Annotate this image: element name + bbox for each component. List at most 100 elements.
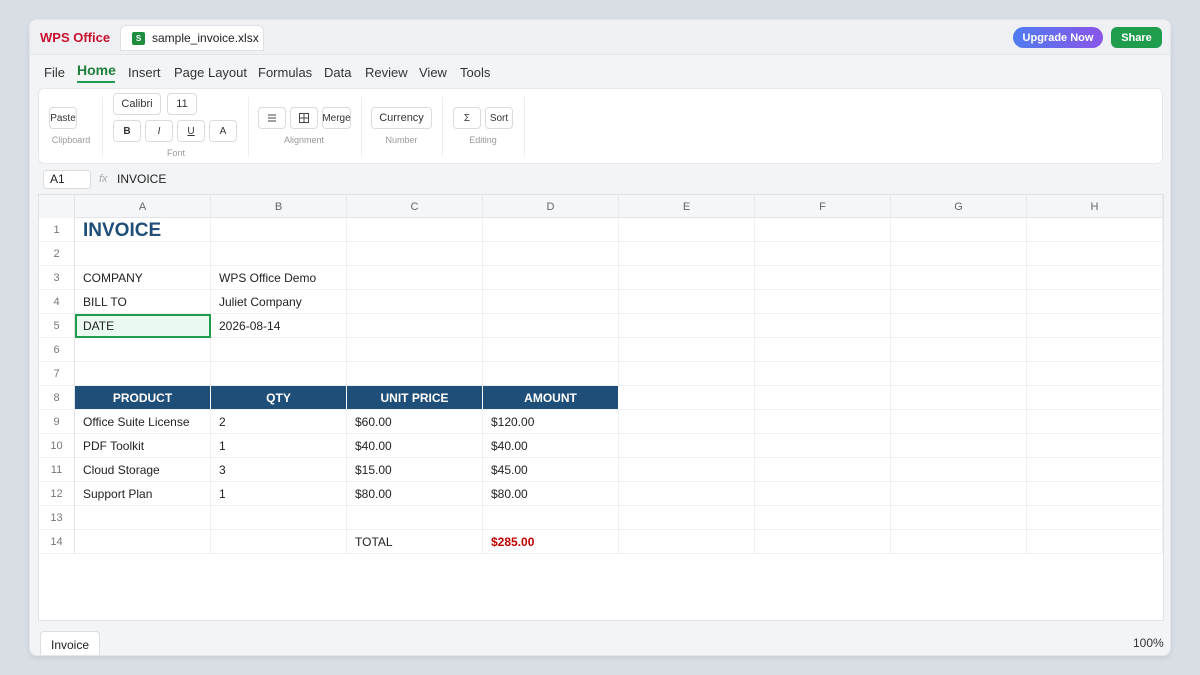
cell-f14[interactable]	[755, 530, 891, 554]
cell-g11[interactable]	[891, 458, 1027, 482]
cell-h2[interactable]	[1027, 242, 1163, 266]
cell-g9[interactable]	[891, 410, 1027, 434]
row-header[interactable]: 14	[39, 530, 75, 554]
cell-g10[interactable]	[891, 434, 1027, 458]
share-button[interactable]: Share	[1111, 27, 1162, 48]
borders-icon[interactable]	[290, 107, 318, 129]
column-header-e[interactable]: E	[619, 195, 755, 218]
cell-e7[interactable]	[619, 362, 755, 386]
column-header-d[interactable]: D	[483, 195, 619, 218]
cell-d14[interactable]: $285.00	[483, 530, 619, 554]
cell-a1[interactable]: INVOICE	[75, 218, 211, 242]
cell-a9[interactable]: Office Suite License	[75, 410, 211, 434]
menu-data[interactable]: Data	[324, 65, 351, 80]
cell-b2[interactable]	[211, 242, 347, 266]
cell-h5[interactable]	[1027, 314, 1163, 338]
cell-c9[interactable]: $60.00	[347, 410, 483, 434]
cell-b7[interactable]	[211, 362, 347, 386]
name-box[interactable]: A1	[43, 170, 91, 189]
cell-f12[interactable]	[755, 482, 891, 506]
cell-g2[interactable]	[891, 242, 1027, 266]
cell-c4[interactable]	[347, 290, 483, 314]
cell-e6[interactable]	[619, 338, 755, 362]
cell-d5[interactable]	[483, 314, 619, 338]
cell-a4[interactable]: BILL TO	[75, 290, 211, 314]
menu-home[interactable]: Home	[77, 62, 116, 78]
cell-b9[interactable]: 2	[211, 410, 347, 434]
cell-c10[interactable]: $40.00	[347, 434, 483, 458]
cell-g1[interactable]	[891, 218, 1027, 242]
cell-c2[interactable]	[347, 242, 483, 266]
formula-input[interactable]: INVOICE	[117, 172, 166, 186]
cell-h6[interactable]	[1027, 338, 1163, 362]
cell-a12[interactable]: Support Plan	[75, 482, 211, 506]
row-header[interactable]: 4	[39, 290, 75, 314]
cell-d1[interactable]	[483, 218, 619, 242]
row-header[interactable]: 5	[39, 314, 75, 338]
number-format-select[interactable]: Currency	[371, 107, 432, 129]
row-header[interactable]: 11	[39, 458, 75, 482]
cell-e8[interactable]	[619, 386, 755, 410]
cell-h14[interactable]	[1027, 530, 1163, 554]
cell-e9[interactable]	[619, 410, 755, 434]
cell-f7[interactable]	[755, 362, 891, 386]
cell-a5[interactable]: DATE	[75, 314, 211, 338]
cell-f2[interactable]	[755, 242, 891, 266]
column-header-c[interactable]: C	[347, 195, 483, 218]
cell-f1[interactable]	[755, 218, 891, 242]
cell-b11[interactable]: 3	[211, 458, 347, 482]
cell-e13[interactable]	[619, 506, 755, 530]
merge-button[interactable]: Merge	[322, 107, 351, 129]
cell-e12[interactable]	[619, 482, 755, 506]
cell-b10[interactable]: 1	[211, 434, 347, 458]
row-header[interactable]: 1	[39, 218, 75, 242]
cell-d3[interactable]	[483, 266, 619, 290]
cell-c6[interactable]	[347, 338, 483, 362]
cell-e1[interactable]	[619, 218, 755, 242]
cell-h1[interactable]	[1027, 218, 1163, 242]
cell-h9[interactable]	[1027, 410, 1163, 434]
cell-c5[interactable]	[347, 314, 483, 338]
cell-b3[interactable]: WPS Office Demo	[211, 266, 347, 290]
cell-e5[interactable]	[619, 314, 755, 338]
cell-d12[interactable]: $80.00	[483, 482, 619, 506]
cell-a8[interactable]: PRODUCT	[75, 386, 211, 410]
row-header[interactable]: 2	[39, 242, 75, 266]
column-header-g[interactable]: G	[891, 195, 1027, 218]
row-header[interactable]: 7	[39, 362, 75, 386]
row-header[interactable]: 3	[39, 266, 75, 290]
bold-button[interactable]: B	[113, 120, 141, 142]
column-header-h[interactable]: H	[1027, 195, 1163, 218]
cell-d2[interactable]	[483, 242, 619, 266]
align-left-icon[interactable]	[258, 107, 286, 129]
cell-h12[interactable]	[1027, 482, 1163, 506]
font-color-button[interactable]: A	[209, 120, 237, 142]
sheet-tab-invoice[interactable]: Invoice	[40, 631, 100, 655]
cell-e2[interactable]	[619, 242, 755, 266]
sum-icon[interactable]: Σ	[453, 107, 481, 129]
cell-h11[interactable]	[1027, 458, 1163, 482]
cell-a6[interactable]	[75, 338, 211, 362]
menu-formulas[interactable]: Formulas	[258, 65, 312, 80]
row-header[interactable]: 8	[39, 386, 75, 410]
cell-g5[interactable]	[891, 314, 1027, 338]
italic-button[interactable]: I	[145, 120, 173, 142]
cell-a7[interactable]	[75, 362, 211, 386]
cell-h8[interactable]	[1027, 386, 1163, 410]
cell-a13[interactable]	[75, 506, 211, 530]
cell-f5[interactable]	[755, 314, 891, 338]
row-header[interactable]: 9	[39, 410, 75, 434]
cell-d8[interactable]: AMOUNT	[483, 386, 619, 410]
column-header-f[interactable]: F	[755, 195, 891, 218]
menu-tools[interactable]: Tools	[460, 65, 490, 80]
cell-a11[interactable]: Cloud Storage	[75, 458, 211, 482]
menu-page-layout[interactable]: Page Layout	[174, 65, 247, 80]
row-header[interactable]: 12	[39, 482, 75, 506]
select-all-corner[interactable]	[39, 195, 75, 218]
cell-h3[interactable]	[1027, 266, 1163, 290]
cell-c8[interactable]: UNIT PRICE	[347, 386, 483, 410]
cell-c11[interactable]: $15.00	[347, 458, 483, 482]
cell-b14[interactable]	[211, 530, 347, 554]
cell-b1[interactable]	[211, 218, 347, 242]
cell-e14[interactable]	[619, 530, 755, 554]
